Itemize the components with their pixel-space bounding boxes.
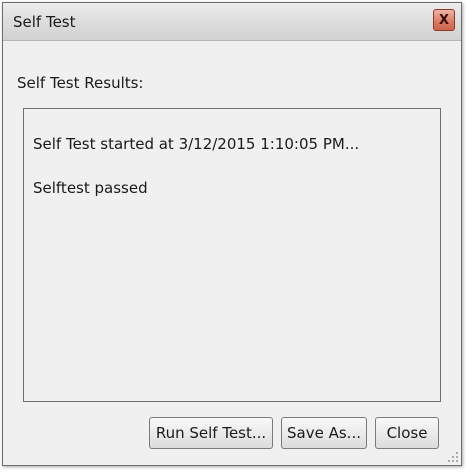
results-line-start: Self Test started at 3/12/2015 1:10:05 P…	[33, 135, 360, 153]
results-line-status: Selftest passed	[33, 179, 148, 197]
window-title: Self Test	[13, 13, 76, 31]
self-test-dialog: Self Test X Self Test Results: Self Test…	[2, 2, 462, 466]
run-self-test-button[interactable]: Run Self Test...	[149, 417, 273, 449]
close-icon[interactable]: X	[433, 9, 455, 31]
resize-grip-icon[interactable]	[447, 451, 459, 463]
close-button[interactable]: Close	[375, 417, 439, 449]
title-bar[interactable]: Self Test X	[3, 3, 461, 41]
results-label: Self Test Results:	[17, 74, 144, 92]
results-textarea[interactable]: Self Test started at 3/12/2015 1:10:05 P…	[23, 108, 441, 402]
save-as-button[interactable]: Save As...	[281, 417, 367, 449]
